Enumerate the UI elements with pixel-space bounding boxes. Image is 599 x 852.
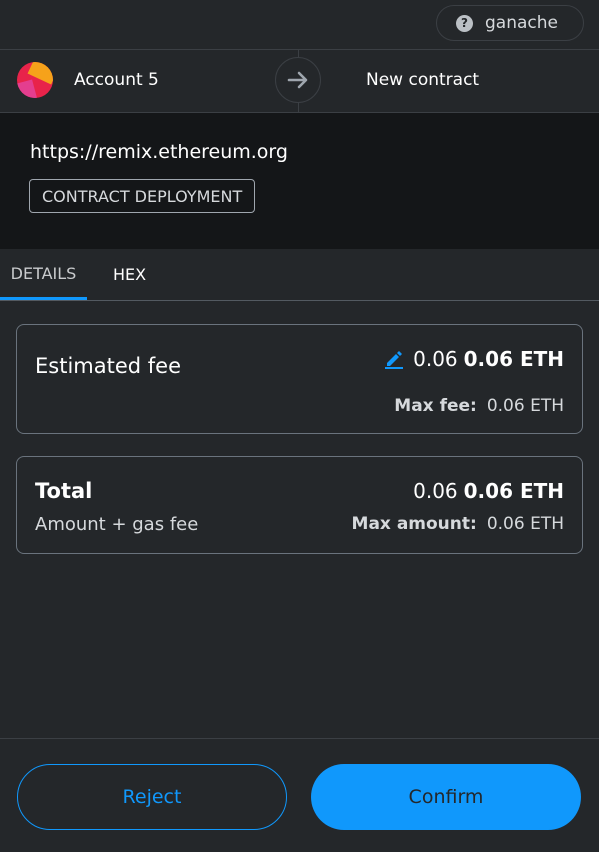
network-selector[interactable]: ? ganache <box>436 5 584 41</box>
transaction-type-badge: CONTRACT DEPLOYMENT <box>29 179 256 213</box>
recipient-label: New contract <box>366 70 480 90</box>
account-avatar[interactable] <box>17 62 53 98</box>
arrow-right-icon <box>275 57 321 103</box>
origin-section: https://remix.ethereum.org CONTRACT DEPL… <box>0 113 599 249</box>
max-amount: Max amount: 0.06 ETH <box>352 514 564 534</box>
question-icon: ? <box>456 14 473 32</box>
network-label: ganache <box>485 13 558 33</box>
origin-url: https://remix.ethereum.org <box>30 141 288 163</box>
max-amount-label: Max amount: <box>351 514 477 534</box>
account-name[interactable]: Account 5 <box>74 70 159 90</box>
total-value: 0.06 0.06 ETH <box>413 479 564 503</box>
estimated-fee-card: Estimated fee 0.06 0.06 ETH Max fee: 0.06… <box>16 324 583 434</box>
tab-hex[interactable]: HEX <box>113 249 146 300</box>
estimated-fee-label: Estimated fee <box>35 354 181 378</box>
edit-gas-icon[interactable] <box>383 348 405 370</box>
max-fee: Max fee: 0.06 ETH <box>394 396 564 416</box>
total-amount-eth: 0.06 ETH <box>463 479 564 503</box>
fee-amount: 0.06 <box>413 347 458 371</box>
footer: Reject Confirm <box>0 738 599 852</box>
estimated-fee-value: 0.06 0.06 ETH <box>383 347 564 371</box>
max-fee-value: 0.06 ETH <box>486 396 564 416</box>
max-fee-label: Max fee: <box>394 396 477 416</box>
total-amount: 0.06 <box>413 479 458 503</box>
total-label: Total <box>35 479 93 503</box>
max-amount-value: 0.06 ETH <box>486 514 564 534</box>
reject-button[interactable]: Reject <box>17 764 287 830</box>
total-sub-label: Amount + gas fee <box>35 514 199 535</box>
fee-amount-eth: 0.06 ETH <box>463 347 564 371</box>
confirm-button[interactable]: Confirm <box>311 764 581 830</box>
total-card: Total Amount + gas fee 0.06 0.06 ETH Max … <box>16 456 583 554</box>
tab-details[interactable]: DETAILS <box>0 249 87 300</box>
tab-bar: DETAILS HEX <box>0 249 599 301</box>
top-bar: ? ganache <box>0 0 599 50</box>
sender-recipient-header: Account 5 New contract <box>0 50 599 113</box>
